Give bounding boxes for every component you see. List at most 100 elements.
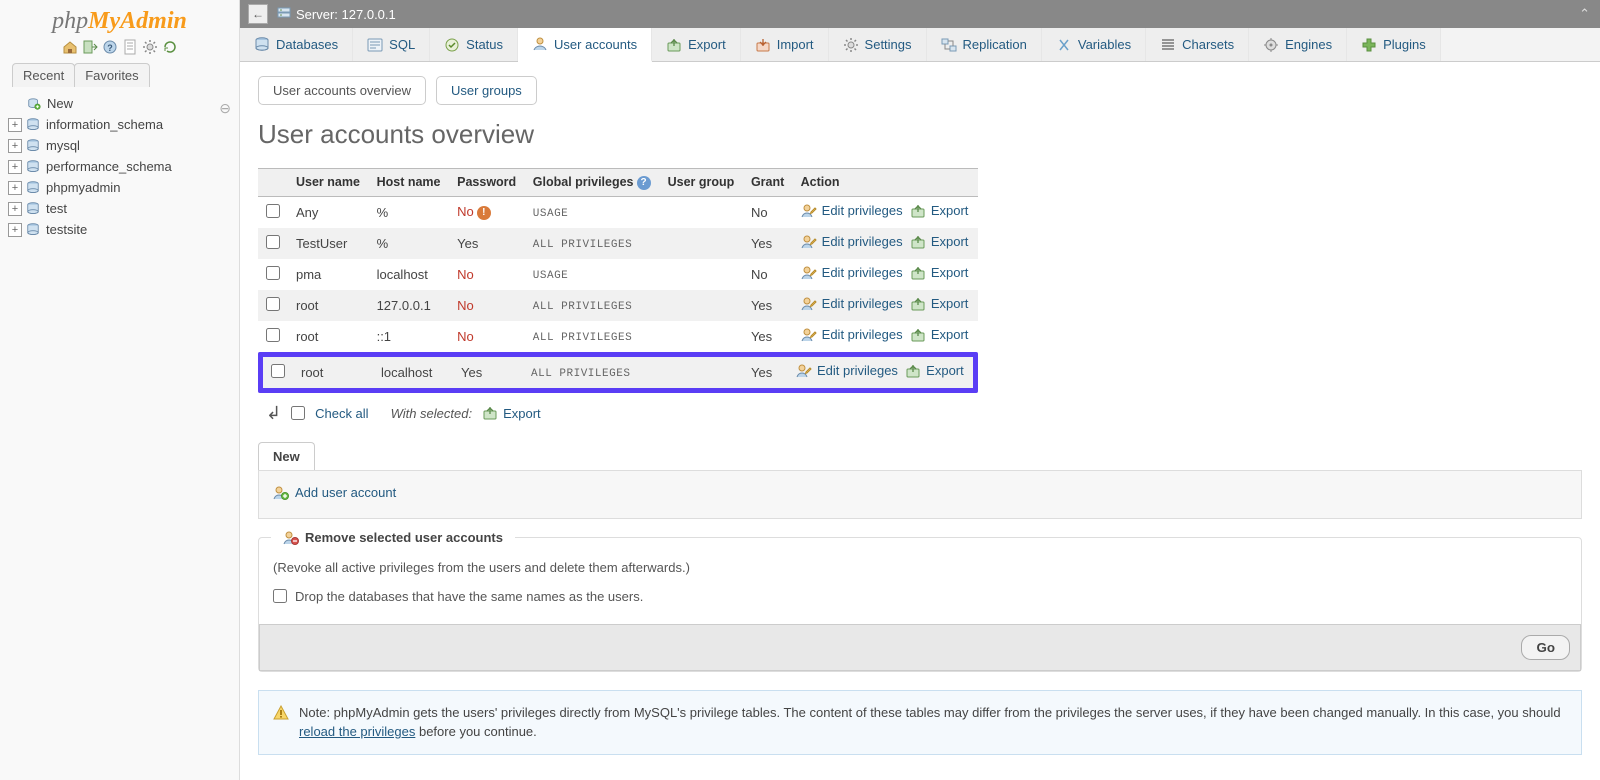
- favorites-tab[interactable]: Favorites: [74, 63, 149, 87]
- help-icon[interactable]: ?: [637, 176, 651, 190]
- tree-db-label: information_schema: [46, 117, 163, 132]
- row-checkbox[interactable]: [266, 328, 280, 342]
- subtab-groups[interactable]: User groups: [436, 76, 537, 105]
- tree-db-item[interactable]: +performance_schema: [8, 156, 231, 177]
- export-user-link[interactable]: Export: [910, 327, 969, 343]
- collapse-icon[interactable]: ⊖: [219, 100, 231, 117]
- export-user-link[interactable]: Export: [910, 265, 969, 281]
- drop-db-option[interactable]: Drop the databases that have the same na…: [273, 589, 1567, 604]
- cell-password: No: [449, 321, 525, 352]
- export-user-link[interactable]: Export: [905, 363, 964, 379]
- back-button[interactable]: ←: [248, 4, 268, 24]
- edit-privileges-link[interactable]: Edit privileges: [801, 265, 903, 281]
- tree-new-label: New: [47, 96, 73, 111]
- logo[interactable]: phpMyAdmin: [0, 4, 239, 35]
- tree-db-label: test: [46, 201, 67, 216]
- menu-sql[interactable]: SQL: [353, 28, 430, 61]
- menu-user-accounts[interactable]: User accounts: [518, 28, 652, 62]
- row-checkbox[interactable]: [271, 364, 285, 378]
- expand-icon[interactable]: +: [8, 181, 22, 195]
- engines-icon: [1263, 37, 1279, 53]
- sql-icon: [367, 37, 383, 53]
- drop-db-checkbox[interactable]: [273, 589, 287, 603]
- edit-privileges-link[interactable]: Edit privileges: [801, 296, 903, 312]
- export-user-link[interactable]: Export: [910, 234, 969, 250]
- expand-icon[interactable]: +: [8, 160, 22, 174]
- home-icon[interactable]: [62, 39, 78, 55]
- menu-databases[interactable]: Databases: [240, 28, 353, 61]
- cell-priv: ALL PRIVILEGES: [525, 290, 660, 321]
- menu-settings[interactable]: Settings: [829, 28, 927, 61]
- tree-new[interactable]: New: [8, 93, 231, 114]
- table-row-highlighted: rootlocalhostYesALL PRIVILEGESYesEdit pr…: [258, 352, 978, 393]
- recent-tab[interactable]: Recent: [12, 63, 75, 87]
- cell-password: Yes: [453, 357, 523, 388]
- menu-charsets[interactable]: Charsets: [1146, 28, 1249, 61]
- reload-icon[interactable]: [162, 39, 178, 55]
- go-button[interactable]: Go: [1521, 635, 1570, 660]
- export-icon: [910, 327, 926, 343]
- cell-password: No: [449, 290, 525, 321]
- table-row: TestUser%YesALL PRIVILEGESYesEdit privil…: [258, 228, 978, 259]
- add-user-link[interactable]: Add user account: [273, 485, 396, 501]
- database-icon: [25, 139, 41, 153]
- database-icon: [25, 181, 41, 195]
- expand-icon[interactable]: +: [8, 118, 22, 132]
- cell-user: TestUser: [288, 228, 369, 259]
- menu-plugins[interactable]: Plugins: [1347, 28, 1441, 61]
- menu-replication[interactable]: Replication: [927, 28, 1042, 61]
- check-all-checkbox[interactable]: [291, 406, 305, 420]
- user-edit-icon: [801, 203, 817, 219]
- menu-export[interactable]: Export: [652, 28, 741, 61]
- expand-icon[interactable]: +: [8, 202, 22, 216]
- cell-host: localhost: [369, 259, 450, 290]
- export-user-link[interactable]: Export: [910, 203, 969, 219]
- menu-variables[interactable]: Variables: [1042, 28, 1146, 61]
- edit-privileges-link[interactable]: Edit privileges: [801, 234, 903, 250]
- tree-db-item[interactable]: + information_schema: [8, 114, 231, 135]
- charsets-icon: [1160, 37, 1176, 53]
- databases-icon: [254, 37, 270, 53]
- menu-engines[interactable]: Engines: [1249, 28, 1347, 61]
- tree-db-item[interactable]: + test: [8, 198, 231, 219]
- top-menu: DatabasesSQLStatusUser accountsExportImp…: [240, 28, 1600, 62]
- database-icon: [25, 223, 41, 237]
- check-all-label[interactable]: Check all: [315, 406, 368, 421]
- user-add-icon: [273, 485, 289, 501]
- cell-group: [668, 357, 743, 388]
- col-password: Password: [449, 169, 525, 197]
- export-icon: [910, 265, 926, 281]
- row-checkbox[interactable]: [266, 204, 280, 218]
- menu-status[interactable]: Status: [430, 28, 518, 61]
- expand-icon[interactable]: +: [8, 139, 22, 153]
- breadcrumb-server-value: 127.0.0.1: [342, 7, 396, 22]
- with-selected-export[interactable]: Export: [482, 405, 541, 421]
- edit-privileges-link[interactable]: Edit privileges: [801, 203, 903, 219]
- cell-action: Edit privileges Export: [788, 357, 973, 388]
- menu-import[interactable]: Import: [741, 28, 829, 61]
- settings-icon[interactable]: [142, 39, 158, 55]
- row-checkbox[interactable]: [266, 266, 280, 280]
- edit-privileges-link[interactable]: Edit privileges: [796, 363, 898, 379]
- row-checkbox[interactable]: [266, 235, 280, 249]
- collapse-top-icon[interactable]: ⌃: [1579, 6, 1590, 22]
- exit-icon[interactable]: [82, 39, 98, 55]
- variables-icon: [1056, 37, 1072, 53]
- expand-icon[interactable]: +: [8, 223, 22, 237]
- cell-group: [660, 321, 743, 352]
- table-row: pmalocalhostNoUSAGENoEdit privileges Exp…: [258, 259, 978, 290]
- subtab-overview[interactable]: User accounts overview: [258, 76, 426, 105]
- remove-note: (Revoke all active privileges from the u…: [273, 560, 1567, 575]
- logo-toolbar: [0, 35, 239, 63]
- help-icon[interactable]: [102, 39, 118, 55]
- reload-privileges-link[interactable]: reload the privileges: [299, 724, 415, 739]
- edit-privileges-link[interactable]: Edit privileges: [801, 327, 903, 343]
- export-user-link[interactable]: Export: [910, 296, 969, 312]
- tree-db-item[interactable]: +testsite: [8, 219, 231, 240]
- tree-db-item[interactable]: + mysql: [8, 135, 231, 156]
- row-checkbox[interactable]: [266, 297, 280, 311]
- cell-user: root: [288, 321, 369, 352]
- tree-db-label: mysql: [46, 138, 80, 153]
- docs-icon[interactable]: [122, 39, 138, 55]
- tree-db-item[interactable]: +phpmyadmin: [8, 177, 231, 198]
